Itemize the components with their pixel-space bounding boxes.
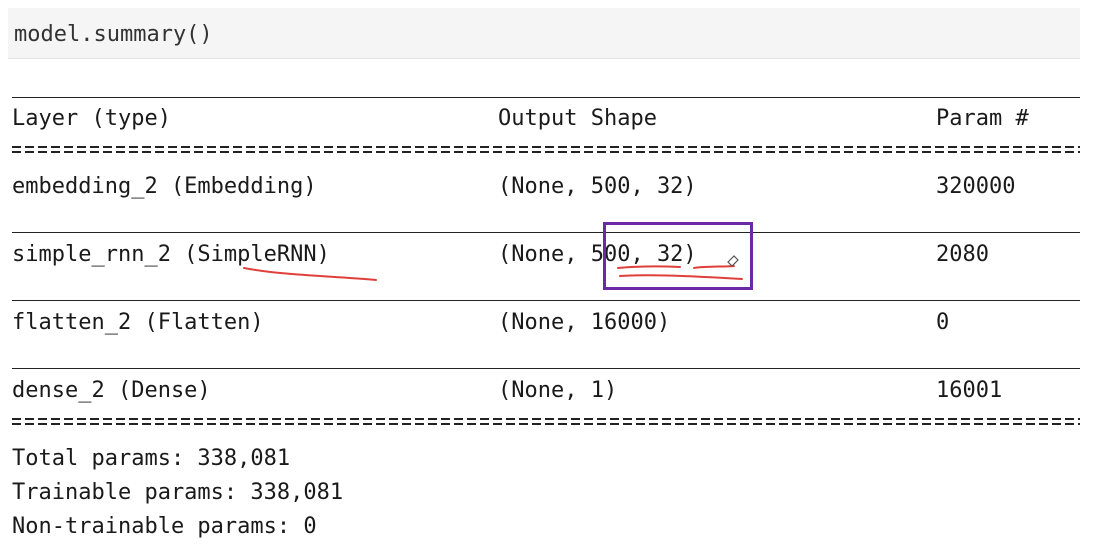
table-row-params: 16001 xyxy=(936,378,1003,403)
table-row-params: 320000 xyxy=(936,174,1016,199)
footer-double-rule xyxy=(12,417,1080,426)
row-divider xyxy=(12,300,1080,301)
highlight-box-annotation xyxy=(603,222,753,290)
code-input-text: model.summary() xyxy=(14,22,213,47)
row-divider xyxy=(12,368,1080,369)
header-layer-type: Layer (type) xyxy=(12,106,171,131)
row-divider xyxy=(12,232,1080,233)
table-row-output-shape: (None, 16000) xyxy=(498,310,671,335)
top-rule xyxy=(12,97,1080,98)
table-row-output-shape: (None, 1) xyxy=(498,378,618,403)
header-param-count: Param # xyxy=(936,106,1029,131)
non-trainable-params: Non-trainable params: 0 xyxy=(12,514,317,539)
header-output-shape: Output Shape xyxy=(498,106,657,131)
table-row-layer: simple_rnn_2 (SimpleRNN) xyxy=(12,242,330,267)
table-row-params: 0 xyxy=(936,310,950,335)
table-row-layer: flatten_2 (Flatten) xyxy=(12,310,264,335)
table-row-layer: embedding_2 (Embedding) xyxy=(12,174,317,199)
total-params: Total params: 338,081 xyxy=(12,446,291,471)
trainable-params: Trainable params: 338,081 xyxy=(12,480,344,505)
code-input-cell[interactable]: model.summary() xyxy=(8,8,1080,59)
table-row-layer: dense_2 (Dense) xyxy=(12,378,211,403)
table-row-params: 2080 xyxy=(936,242,989,267)
header-double-rule xyxy=(12,145,1080,154)
table-row-output-shape: (None, 500, 32) xyxy=(498,174,697,199)
